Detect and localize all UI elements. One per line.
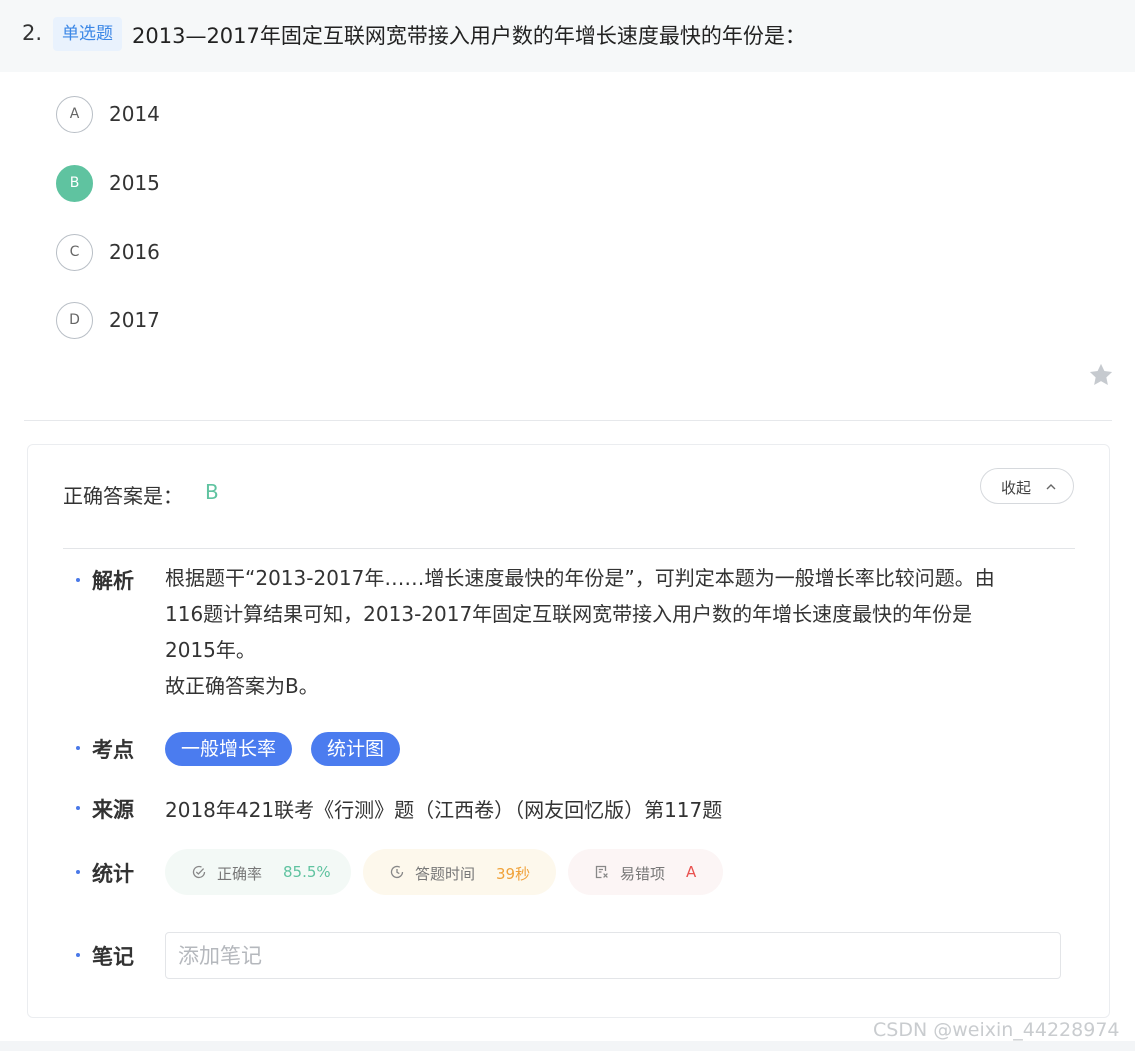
notes-label: 笔记: [92, 945, 134, 969]
option-letter: B: [56, 165, 93, 202]
question-number: 2.: [22, 21, 43, 45]
stats-label: 统计: [92, 862, 134, 886]
accuracy-label: 正确率: [217, 865, 263, 883]
notes-input[interactable]: [165, 932, 1061, 979]
footer-band: [0, 1041, 1135, 1051]
check-circle-icon: [192, 865, 206, 879]
option-text: 2014: [109, 102, 160, 126]
time-value: 39秒: [496, 865, 531, 883]
collapse-button[interactable]: 收起: [980, 468, 1074, 504]
answer-label: 正确答案是：: [63, 484, 183, 508]
chevron-up-icon: [1046, 484, 1056, 490]
divider: [63, 548, 1075, 549]
option-text: 2016: [109, 240, 160, 264]
error-stat: 易错项 A: [568, 849, 723, 895]
bullet-dot: [76, 746, 80, 750]
analysis-line: 根据题干“2013-2017年……增长速度最快的年份是”，可判定本题为一般增长率…: [165, 566, 995, 590]
answer-value: B: [205, 480, 219, 504]
analysis-line: 116题计算结果可知，2013-2017年固定互联网宽带接入用户数的年增长速度最…: [165, 602, 973, 626]
error-label: 易错项: [620, 865, 666, 883]
bullet-dot: [76, 953, 80, 957]
accuracy-stat: 正确率 85.5%: [165, 849, 351, 895]
bullet-dot: [76, 870, 80, 874]
analysis-label: 解析: [92, 569, 134, 593]
watermark: CSDN @weixin_44228974: [873, 1019, 1120, 1041]
topics-label: 考点: [92, 738, 134, 762]
question-title: 2013—2017年固定互联网宽带接入用户数的年增长速度最快的年份是：: [132, 24, 806, 48]
bullet-dot: [76, 578, 80, 582]
collapse-label: 收起: [1001, 480, 1032, 497]
divider: [24, 420, 1112, 421]
star-icon[interactable]: [1087, 361, 1115, 389]
source-label: 来源: [92, 798, 134, 822]
source-text: 2018年421联考《行测》题（江西卷）（网友回忆版）第117题: [165, 798, 723, 822]
topic-tag[interactable]: 一般增长率: [165, 732, 293, 766]
topic-tag[interactable]: 统计图: [311, 732, 401, 766]
option-text: 2017: [109, 308, 160, 332]
analysis-text: 根据题干“2013-2017年……增长速度最快的年份是”，可判定本题为一般增长率…: [165, 560, 1065, 704]
option-text: 2015: [109, 171, 160, 195]
option-letter: D: [56, 302, 93, 339]
answer-panel: 正确答案是： B 收起 解析 根据题干“2013-2017年……增长速度最快的年…: [27, 444, 1110, 1018]
error-doc-icon: [595, 865, 608, 879]
option-letter: A: [56, 96, 93, 133]
accuracy-value: 85.5%: [283, 863, 331, 881]
error-value: A: [686, 863, 697, 881]
bullet-dot: [76, 806, 80, 810]
option-letter: C: [56, 234, 93, 271]
clock-icon: [390, 865, 404, 879]
analysis-line: 2015年。: [165, 638, 256, 662]
time-stat: 答题时间 39秒: [363, 849, 556, 895]
time-label: 答题时间: [415, 865, 476, 883]
analysis-line: 故正确答案为B。: [165, 674, 319, 698]
question-header: 2. 单选题 2013—2017年固定互联网宽带接入用户数的年增长速度最快的年份…: [0, 0, 1135, 72]
question-type-badge: 单选题: [53, 17, 122, 51]
